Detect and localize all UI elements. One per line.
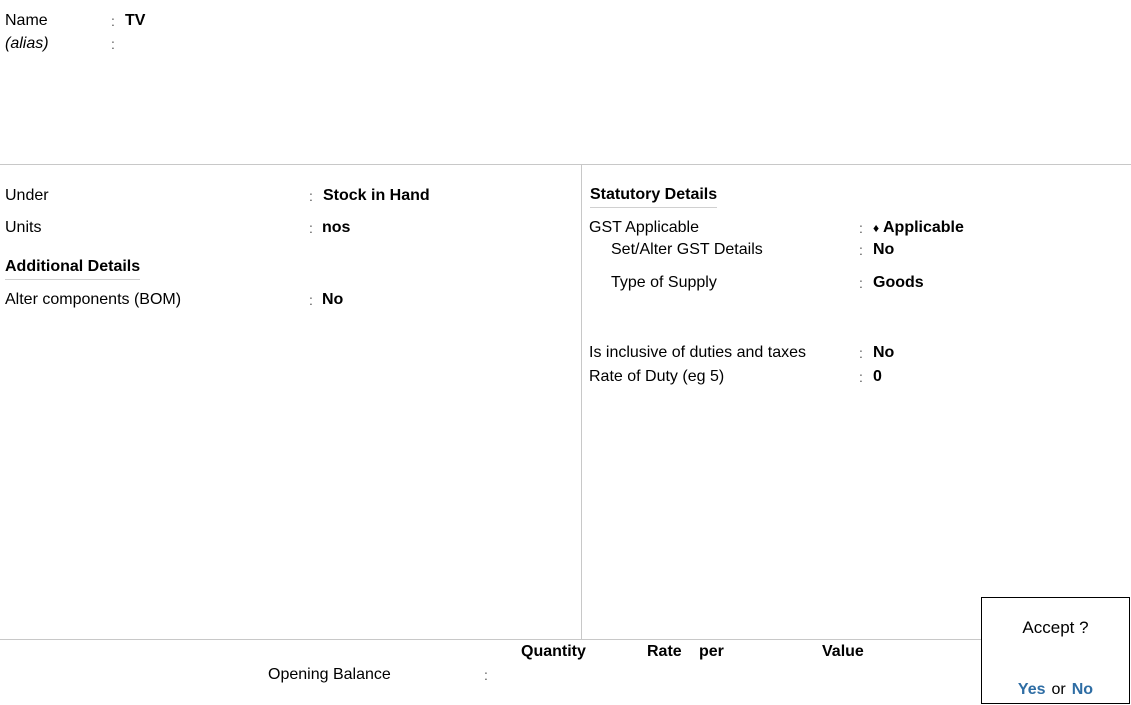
rate-of-duty-colon: : <box>859 369 863 385</box>
name-field[interactable]: TV <box>125 12 145 30</box>
column-quantity: Quantity <box>521 643 586 660</box>
under-colon: : <box>309 188 313 204</box>
accept-title: Accept ? <box>1022 618 1089 637</box>
yes-button[interactable]: Yes <box>1018 681 1046 698</box>
gst-applicable-label: GST Applicable <box>589 219 699 236</box>
statutory-details-heading: Statutory Details <box>590 186 718 208</box>
name-label: Name <box>5 12 48 29</box>
accept-dialog: Accept ? Yes or No <box>981 597 1130 704</box>
inclusive-duties-field[interactable]: No <box>873 344 894 362</box>
accept-options: Yes or No <box>982 681 1129 699</box>
type-of-supply-label: Type of Supply <box>611 274 717 291</box>
under-field[interactable]: Stock in Hand <box>323 187 430 205</box>
units-colon: : <box>309 220 313 236</box>
inclusive-duties-colon: : <box>859 345 863 361</box>
set-alter-gst-label: Set/Alter GST Details <box>611 241 763 258</box>
type-of-supply-colon: : <box>859 275 863 291</box>
opening-balance-label: Opening Balance <box>268 666 391 683</box>
bom-label: Alter components (BOM) <box>5 291 182 308</box>
or-text: or <box>1051 681 1066 698</box>
set-alter-gst-field[interactable]: No <box>873 241 894 259</box>
header-divider <box>0 164 1131 165</box>
bom-field[interactable]: No <box>322 291 343 309</box>
type-of-supply-field[interactable]: Goods <box>873 274 924 292</box>
under-label: Under <box>5 187 49 204</box>
bom-colon: : <box>309 292 313 308</box>
alias-colon: : <box>111 36 115 52</box>
name-colon: : <box>111 13 115 29</box>
no-button[interactable]: No <box>1072 681 1093 698</box>
gst-applicable-field[interactable]: ♦ Applicable <box>873 219 964 237</box>
opening-balance-colon: : <box>484 667 488 683</box>
rate-of-duty-label: Rate of Duty (eg 5) <box>589 368 725 385</box>
diamond-marker-icon: ♦ <box>873 221 880 235</box>
inclusive-duties-label: Is inclusive of duties and taxes <box>589 344 807 361</box>
column-divider <box>581 164 582 639</box>
alias-field[interactable] <box>125 35 325 53</box>
column-value: Value <box>822 643 864 660</box>
footer-divider <box>0 639 981 640</box>
set-alter-gst-colon: : <box>859 242 863 258</box>
column-rate: Rate <box>647 643 682 660</box>
alias-label: (alias) <box>5 35 49 52</box>
gst-applicable-colon: : <box>859 220 863 236</box>
opening-balance-field[interactable] <box>500 664 970 684</box>
units-field[interactable]: nos <box>322 219 350 237</box>
gst-applicable-value: Applicable <box>882 219 964 236</box>
rate-of-duty-field[interactable]: 0 <box>873 368 882 386</box>
units-label: Units <box>5 219 42 236</box>
additional-details-heading: Additional Details <box>5 258 141 280</box>
column-per: per <box>699 643 724 660</box>
